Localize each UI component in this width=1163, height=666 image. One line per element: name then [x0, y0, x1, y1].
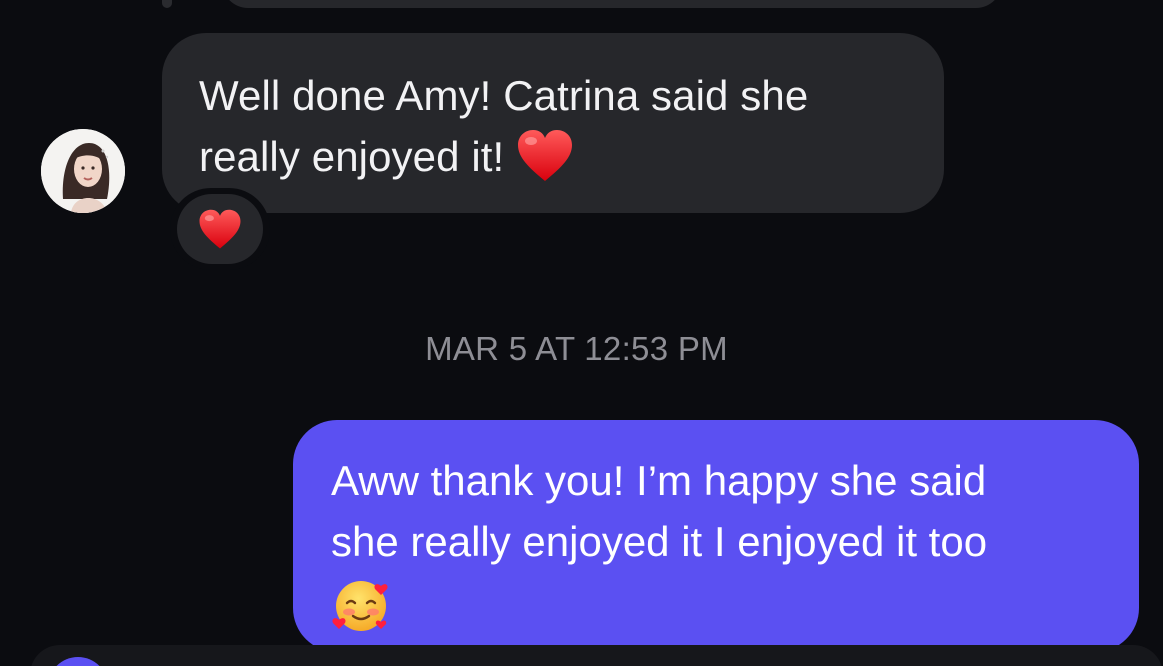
message-composer[interactable] — [30, 645, 1163, 666]
message-reaction[interactable] — [170, 188, 270, 270]
timestamp-text: MAR 5 AT 12:53 PM — [425, 330, 728, 367]
smiling-face-with-hearts-icon — [331, 576, 1109, 639]
reaction-pill[interactable] — [177, 194, 263, 264]
red-heart-reaction-icon — [198, 209, 242, 250]
incoming-message-line-1: Well done Amy! Catrina said she — [199, 72, 809, 119]
red-heart-icon — [516, 129, 574, 183]
avatar-portrait-icon — [41, 129, 125, 213]
thread-line — [162, 0, 172, 8]
previous-message-bubble[interactable] — [222, 0, 1002, 8]
incoming-message-line-2: really enjoyed it! — [199, 126, 908, 187]
incoming-message-text: really enjoyed it! — [199, 133, 505, 180]
outgoing-message-line-1: Aww thank you! I’m happy she said — [331, 457, 987, 504]
outgoing-message-line-2: she really enjoyed it I enjoyed it too — [331, 518, 988, 565]
message-timestamp: MAR 5 AT 12:53 PM — [0, 330, 1163, 368]
outgoing-message-bubble[interactable]: Aww thank you! I’m happy she said she re… — [293, 420, 1139, 652]
incoming-message-bubble[interactable]: Well done Amy! Catrina said she really e… — [162, 33, 944, 213]
sender-avatar[interactable] — [41, 129, 125, 213]
